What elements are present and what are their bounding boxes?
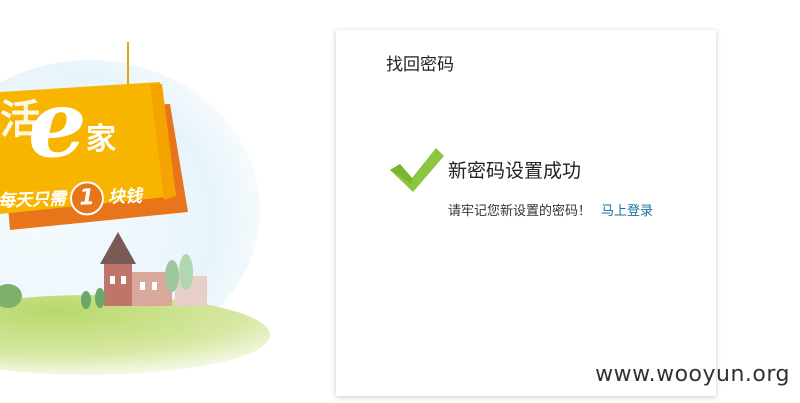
success-message: 新密码设置成功 [448, 160, 582, 182]
promo-number-badge: 1 [69, 180, 105, 216]
promo-slogan-after: 块钱 [107, 186, 143, 208]
promo-brand-letter: e [28, 70, 87, 178]
promo-slogan: 每天只需 1 块钱 [0, 179, 143, 218]
checkmark-icon [388, 146, 446, 198]
card-title: 找回密码 [386, 55, 454, 75]
password-recovery-card: 找回密码 新密码设置成功 请牢记您新设置的密码！ 马上登录 [336, 30, 716, 396]
promo-banner: 活 e 家 每天只需 1 块钱 [0, 0, 300, 403]
login-link[interactable]: 马上登录 [601, 204, 653, 219]
remember-password-note: 请牢记您新设置的密码！ [448, 204, 592, 219]
success-note: 请牢记您新设置的密码！ 马上登录 [448, 200, 653, 219]
watermark: www.wooyun.org [595, 362, 790, 387]
promo-brand-home: 家 [86, 122, 116, 157]
promo-slogan-before: 每天只需 [0, 189, 67, 212]
